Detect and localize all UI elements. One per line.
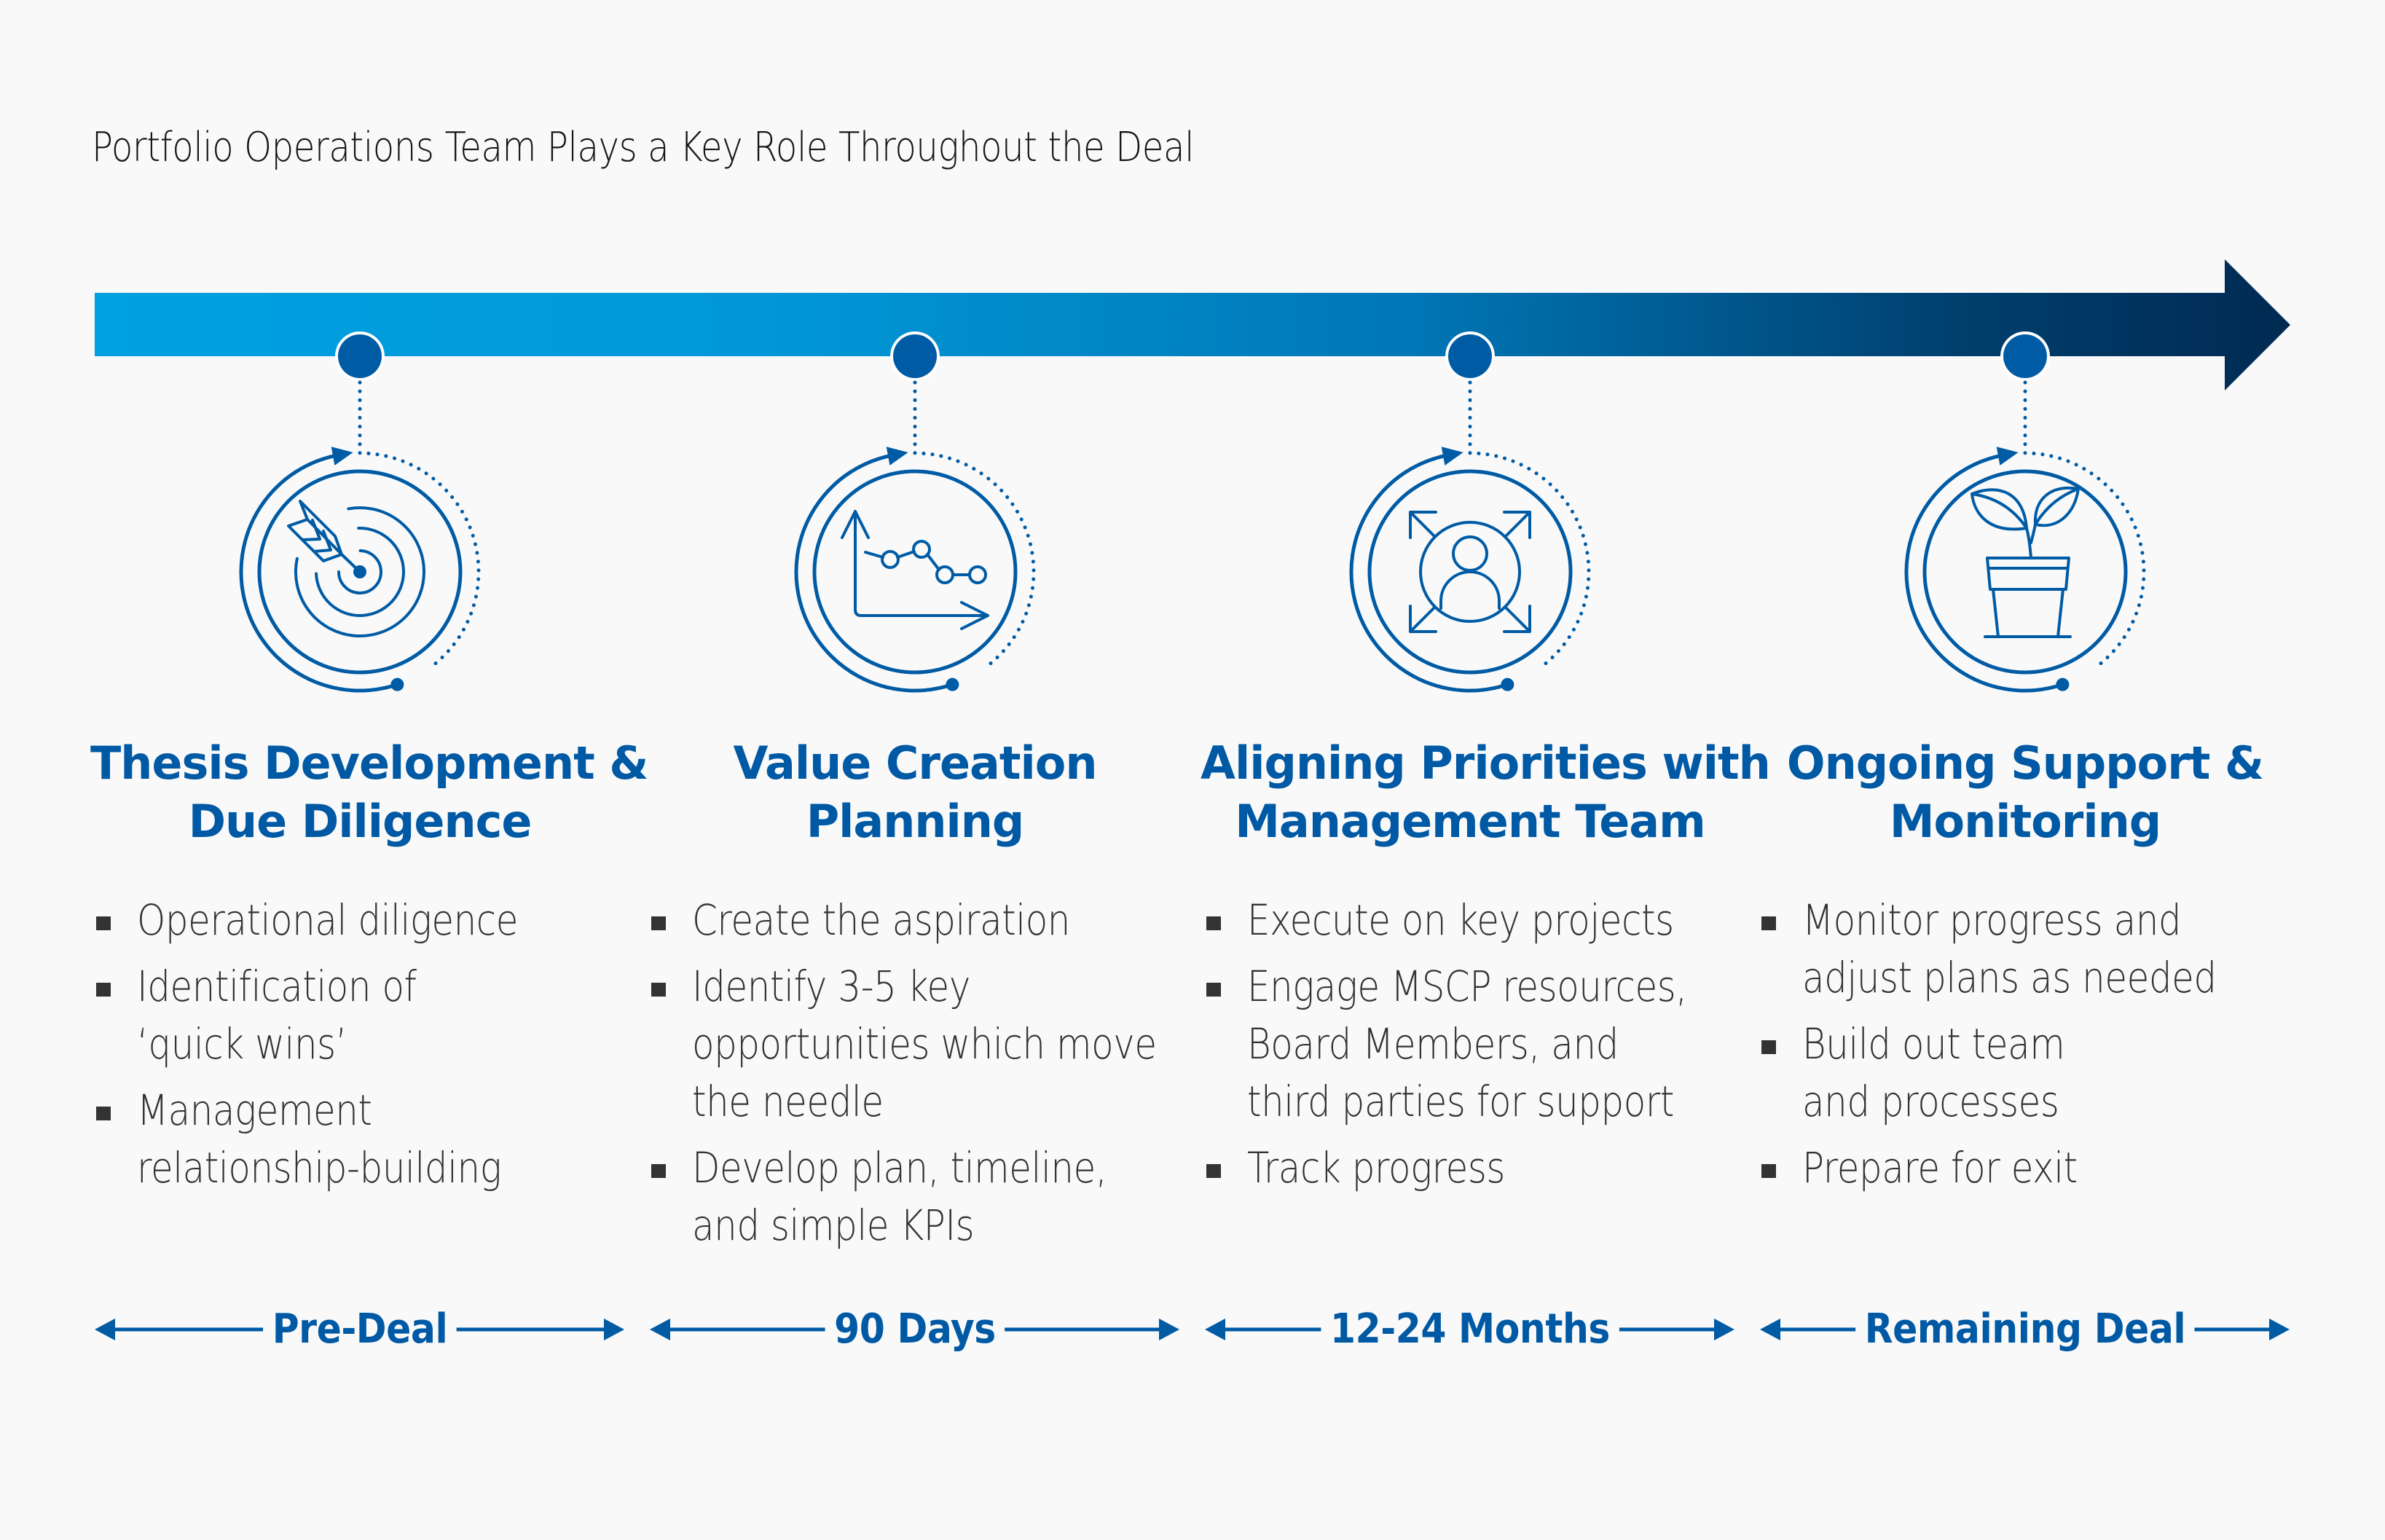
bullet-text: adjust plans as needed: [1802, 953, 2217, 1002]
bullet-text: Execute on key projects: [1247, 895, 1674, 945]
bullet-text: the needle: [692, 1077, 884, 1126]
bullet-text: Monitor progress and: [1802, 895, 2182, 945]
timeline-arrow: [95, 259, 2290, 390]
bullet-text: Develop plan, timeline,: [692, 1143, 1107, 1193]
bullet-square-icon: [1761, 1164, 1776, 1178]
bullet-text: relationship-building: [137, 1143, 502, 1193]
bullet-item: Track progress: [1206, 1139, 1740, 1197]
bullet-square-icon: [1206, 1164, 1221, 1178]
cycle-arc: [794, 453, 954, 693]
bullet-item: Management relationship-building: [96, 1082, 629, 1197]
period-range: 12-24 Months: [1205, 1304, 1734, 1355]
bullet-item: Execute on key projects: [1206, 892, 1740, 949]
dotted-connector: [913, 380, 1036, 671]
bullet-list: Create the aspiration Identify 3-5 key opp…: [651, 892, 1184, 1254]
period-range: Pre-Deal: [95, 1304, 624, 1355]
line-chart-icon: [841, 510, 989, 630]
bullet-list: Execute on key projects Engage MSCP resou…: [1206, 892, 1740, 1197]
stage-column: Ongoing Support & Monitoring Monitor progr…: [1756, 734, 2295, 1206]
stage-heading-line: Aligning Priorities with: [1201, 736, 1771, 790]
stage-column: Aligning Priorities with Management Team E…: [1201, 734, 1771, 1206]
stage-heading: Aligning Priorities with Management Team: [1201, 734, 1771, 851]
bullet-square-icon: [651, 983, 666, 997]
stage-heading-line: Management Team: [1235, 795, 1706, 848]
bullet-square-icon: [1206, 916, 1221, 930]
bullet-text: and processes: [1802, 1077, 2059, 1126]
bullet-square-icon: [1761, 916, 1776, 930]
milestone-dot[interactable]: [338, 334, 382, 378]
bullet-list: Monitor progress and adjust plans as need…: [1761, 892, 2295, 1197]
icon-circle: [1922, 469, 2128, 675]
stage-heading-line: Due Diligence: [188, 795, 533, 848]
person-expand-icon: [1409, 511, 1531, 633]
bullet-text: Track progress: [1247, 1143, 1505, 1193]
bullet-item: Prepare for exit: [1761, 1139, 2295, 1197]
stage-column: Thesis Development & Due Diligence Operati…: [90, 734, 648, 1206]
stage-heading-line: Value Creation: [733, 736, 1097, 790]
bullet-text: Identify 3-5 key: [692, 962, 970, 1011]
bullet-item: Identify 3-5 key opportunities which move…: [651, 958, 1184, 1131]
cycle-arrowhead-icon: [331, 447, 353, 465]
bullet-square-icon: [1761, 1040, 1776, 1054]
bullet-text: third parties for support: [1247, 1077, 1675, 1126]
stage-heading: Ongoing Support & Monitoring: [1756, 734, 2295, 851]
stage-heading: Thesis Development & Due Diligence: [90, 734, 648, 851]
cycle-arc-start-dot: [946, 677, 959, 691]
potted-plant-icon: [1971, 487, 2080, 638]
period-range: 90 Days: [650, 1304, 1179, 1355]
bullet-text: Create the aspiration: [692, 895, 1070, 945]
period-label: 90 Days: [825, 1304, 1005, 1355]
bullet-list: Operational diligence Identification of ‘q…: [96, 892, 629, 1197]
bullet-text: Engage MSCP resources,: [1247, 962, 1687, 1011]
period-label: 12-24 Months: [1320, 1304, 1619, 1355]
bullet-square-icon: [96, 983, 111, 997]
milestone-dot[interactable]: [1448, 334, 1492, 378]
cycle-arc-start-dot: [2056, 677, 2070, 691]
bullet-text: Identification of: [137, 962, 417, 1011]
bullet-item: Engage MSCP resources, Board Members, and…: [1206, 958, 1740, 1131]
bullet-square-icon: [651, 1164, 666, 1178]
milestone-dot[interactable]: [2003, 334, 2047, 378]
cycle-arc-start-dot: [1501, 677, 1514, 691]
cycle-arrowhead-icon: [1996, 447, 2019, 465]
stage-heading-line: Ongoing Support &: [1786, 736, 2264, 790]
bullet-text: Prepare for exit: [1802, 1143, 2078, 1193]
stage-heading-line: Thesis Development &: [90, 736, 648, 790]
bullet-text: Build out team: [1802, 1019, 2065, 1069]
cycle-arrowhead-icon: [886, 447, 908, 465]
bullet-item: Create the aspiration: [651, 892, 1184, 949]
bullet-square-icon: [651, 916, 666, 930]
bullet-square-icon: [1206, 983, 1221, 997]
cycle-arrowhead-icon: [1441, 447, 1463, 465]
bullet-text: Management: [137, 1085, 372, 1135]
bullet-square-icon: [96, 916, 111, 930]
bullet-item: Operational diligence: [96, 892, 629, 949]
period-label: Pre-Deal: [262, 1304, 457, 1355]
bullet-item: Build out team and processes: [1761, 1015, 2295, 1131]
bullet-item: Identification of ‘quick wins’: [96, 958, 629, 1073]
stage-heading-line: Planning: [806, 795, 1025, 848]
cycle-arc-start-dot: [390, 677, 404, 691]
bullet-text: opportunities which move: [692, 1019, 1157, 1069]
bullet-text: and simple KPIs: [692, 1201, 975, 1250]
milestone-dot[interactable]: [893, 334, 937, 378]
bullet-square-icon: [96, 1107, 111, 1120]
bullet-text: Board Members, and: [1247, 1019, 1619, 1069]
target-arrow-icon: [287, 500, 425, 637]
stage-column: Value Creation Planning Create the aspirat…: [645, 734, 1184, 1263]
bullet-item: Monitor progress and adjust plans as need…: [1761, 892, 2295, 1007]
bullet-text: ‘quick wins’: [137, 1019, 347, 1069]
dotted-connector: [358, 380, 481, 671]
cycle-arc: [239, 453, 399, 693]
stage-heading: Value Creation Planning: [645, 734, 1184, 851]
period-label: Remaining Deal: [1855, 1304, 2195, 1355]
bullet-text: Operational diligence: [137, 895, 519, 945]
stage-heading-line: Monitoring: [1889, 795, 2161, 848]
cycle-arc: [1349, 453, 1509, 693]
bullet-item: Develop plan, timeline, and simple KPIs: [651, 1139, 1184, 1254]
period-range: Remaining Deal: [1760, 1304, 2290, 1355]
